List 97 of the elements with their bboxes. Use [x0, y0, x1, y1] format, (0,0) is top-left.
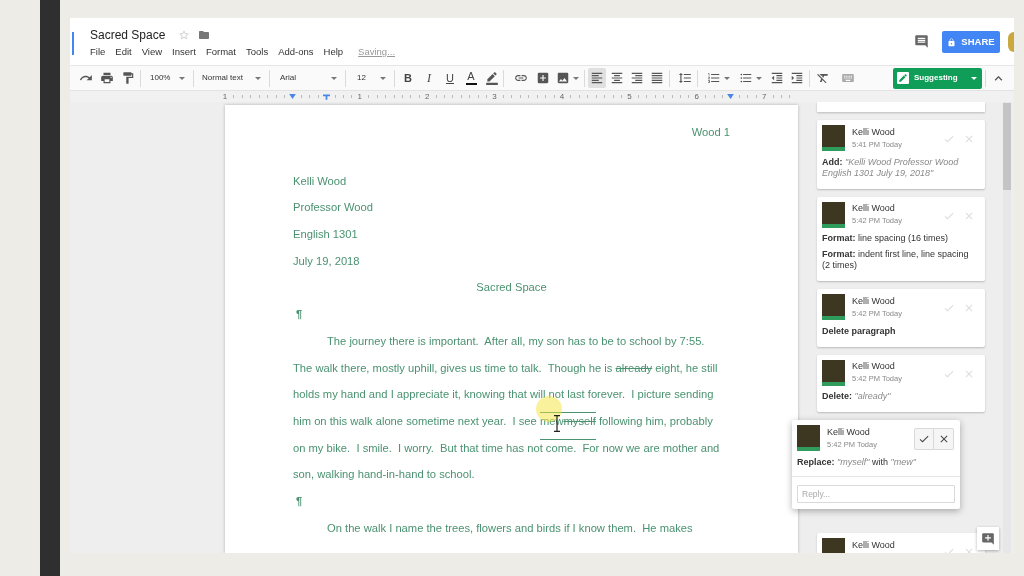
avatar-photo — [822, 201, 845, 228]
scrollbar-thumb[interactable] — [1003, 103, 1011, 190]
author-name: Kelli Wood — [852, 126, 895, 138]
caret-icon — [179, 76, 185, 80]
ruler-number: 3 — [491, 92, 498, 101]
ruler-number: 7 — [760, 92, 768, 101]
print-icon — [100, 71, 114, 85]
right-indent-marker-icon[interactable] — [726, 94, 734, 99]
suggestion-text: Add: "Kelli Wood Professor Wood English 1301 July 19, 2018" — [822, 156, 960, 179]
author-name: Kelli Wood — [852, 539, 895, 551]
justify-icon — [650, 71, 664, 85]
suggestion-text: Delete: "already" — [822, 391, 892, 402]
menu-item[interactable]: Add-ons — [278, 44, 314, 60]
menu-item[interactable]: Help — [323, 44, 344, 60]
suggesting-mode-button[interactable]: Suggesting — [893, 67, 982, 89]
suggestion-text: Format: indent first line, line spacing (2 times) — [822, 249, 970, 271]
caret-icon — [723, 76, 730, 80]
menu-item[interactable]: Edit — [115, 44, 132, 60]
check-icon — [943, 302, 955, 314]
pen-box-icon — [897, 72, 909, 84]
comment-plus-icon — [981, 531, 995, 546]
folder-icon[interactable] — [198, 29, 211, 41]
paragraph-mark: ¶ — [296, 307, 303, 323]
suggestion-text: Replace: "myself" with "mew" — [797, 456, 918, 468]
avatar-photo — [797, 425, 820, 451]
document-name[interactable]: Sacred Space — [90, 26, 166, 44]
reply-field[interactable]: Reply... — [797, 485, 955, 503]
document-line: July 19, 2018 — [293, 253, 360, 269]
caret-icon — [380, 76, 386, 80]
plus-box-icon — [536, 71, 550, 85]
menu-item[interactable]: Format — [205, 44, 236, 60]
bulleted-list-icon — [738, 71, 753, 85]
avatar-photo — [822, 359, 845, 386]
underline-button[interactable]: U — [442, 68, 458, 88]
suggestion-text: Delete paragraph — [822, 325, 897, 337]
bold-button[interactable]: B — [400, 68, 416, 88]
caret-icon — [971, 76, 977, 80]
font-dropdown[interactable]: Arial — [273, 68, 342, 88]
zoom-dropdown[interactable]: 100% — [144, 68, 190, 88]
share-button[interactable]: SHARE — [942, 31, 1000, 53]
increase-indent-icon — [790, 71, 804, 85]
star-icon[interactable] — [178, 29, 191, 41]
author-name: Kelli Wood — [852, 295, 895, 307]
left-indent-marker-icon[interactable] — [288, 94, 296, 99]
caret-icon — [331, 76, 337, 80]
ruler-number: 4 — [558, 92, 566, 101]
document-line: Professor Wood — [293, 200, 373, 216]
line-spacing-icon — [678, 71, 692, 85]
ruler-number: 1 — [221, 92, 229, 101]
check-icon — [943, 133, 955, 145]
text-color-button[interactable]: A — [463, 68, 479, 88]
style-dropdown[interactable]: Normal text — [197, 68, 266, 88]
align-right-icon — [630, 71, 644, 85]
avatar-photo — [822, 125, 845, 151]
author-name: Kelli Wood — [852, 361, 895, 372]
clear-formatting-icon — [816, 71, 830, 85]
page-header: Wood 1 — [691, 124, 730, 140]
first-line-indent-icon[interactable] — [322, 93, 330, 100]
ruler-number: 1 — [356, 92, 363, 101]
add-comment-button[interactable] — [977, 527, 999, 550]
reject-button[interactable] — [934, 428, 954, 450]
keyboard-icon — [841, 71, 855, 85]
menu-item[interactable]: Tools — [245, 44, 269, 60]
numbered-list-icon — [706, 71, 721, 85]
menu-item[interactable]: Insert — [172, 44, 196, 60]
scrollbar[interactable] — [1003, 102, 1011, 553]
menu-item[interactable]: File — [90, 44, 106, 60]
lock-icon — [947, 37, 957, 47]
menu-item[interactable]: View — [141, 44, 163, 60]
avatar-photo — [822, 294, 845, 320]
italic-button[interactable]: I — [421, 68, 437, 88]
ruler-number: 2 — [423, 92, 431, 101]
align-center-icon — [610, 71, 624, 85]
document-title: Sacred Space — [476, 280, 547, 296]
paint-roller-icon — [121, 71, 135, 85]
chevron-up-icon — [993, 75, 1003, 81]
check-icon — [918, 433, 930, 445]
document-line: Kelli Wood — [293, 173, 347, 189]
comment-icon[interactable] — [914, 34, 929, 49]
body-paragraph: On the walk I name the trees, flowers and birds if I know them. He makes — [326, 520, 694, 536]
account-avatar[interactable] — [1008, 32, 1014, 52]
caret-icon — [755, 76, 762, 80]
document-line: English 1301 — [293, 227, 358, 242]
ruler-number: 6 — [693, 92, 700, 101]
author-name: Kelli Wood — [827, 426, 870, 438]
align-left-icon — [590, 71, 604, 85]
ruler-number: 5 — [626, 92, 633, 101]
align-left-button[interactable] — [588, 68, 606, 88]
image-icon — [555, 71, 570, 85]
decrease-indent-icon — [770, 71, 784, 85]
suggestion-text: Format: line spacing (16 times) — [822, 233, 950, 244]
caret-icon — [255, 76, 261, 80]
author-name: Kelli Wood — [852, 203, 895, 214]
pen-icon — [485, 71, 499, 85]
paragraph-mark: ¶ — [296, 494, 303, 510]
font-size-dropdown[interactable]: 12 — [349, 68, 391, 88]
caret-icon — [572, 76, 579, 80]
